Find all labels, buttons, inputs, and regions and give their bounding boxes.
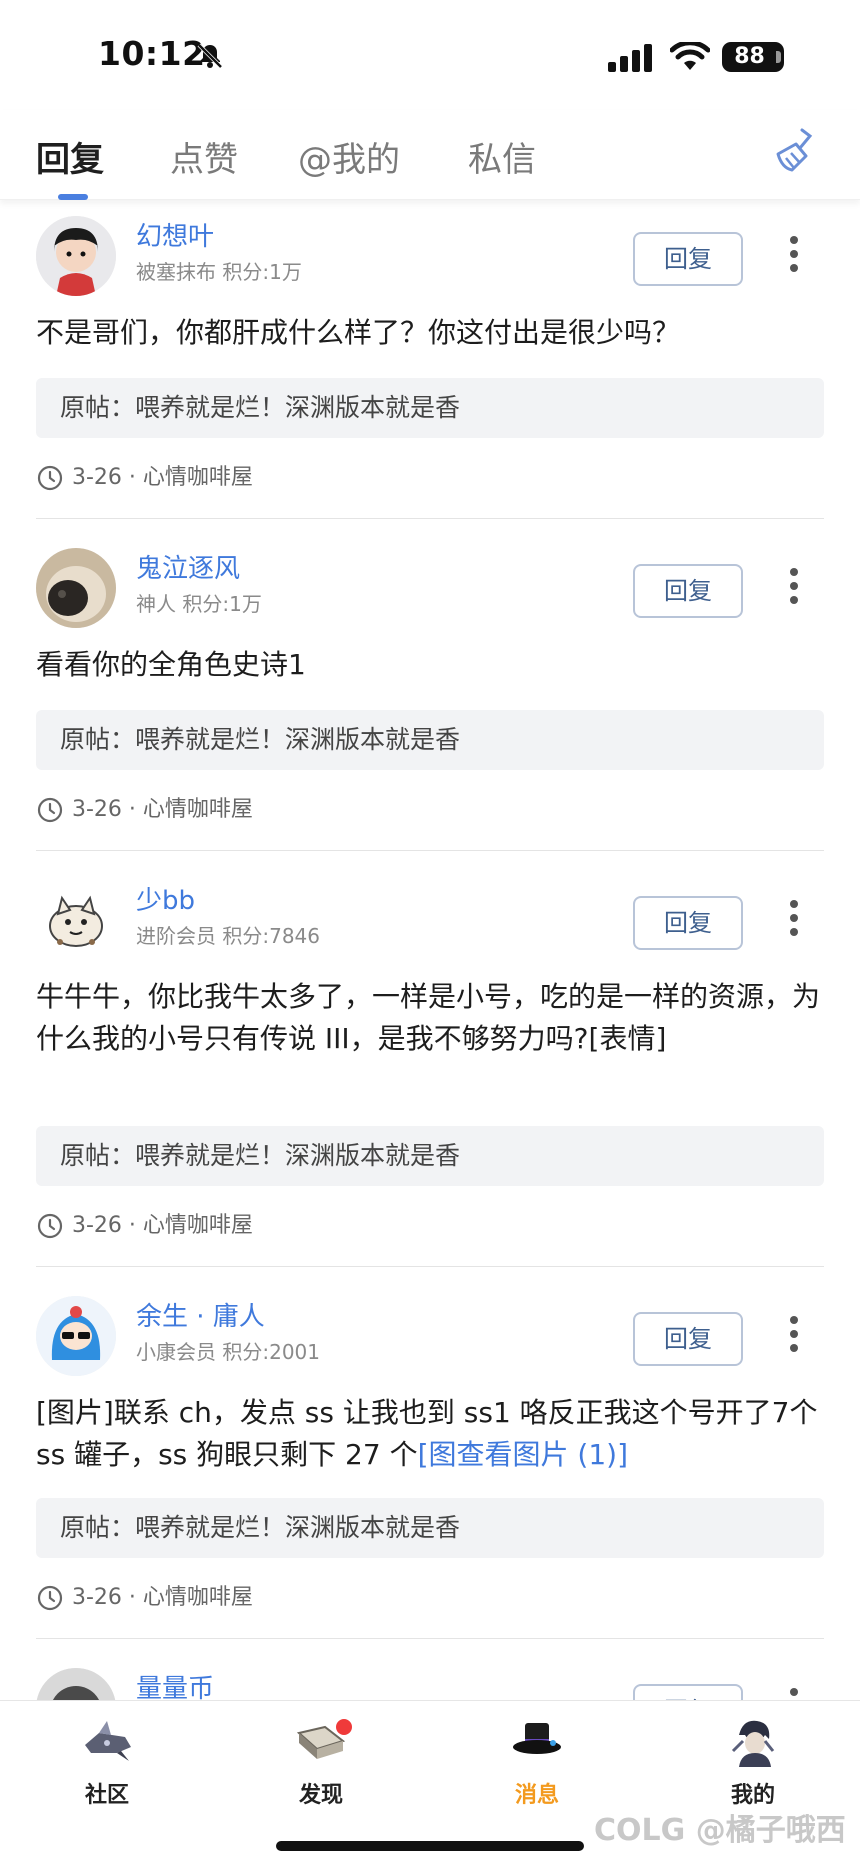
notification-badge [336,1719,352,1735]
nav-label-messages: 消息 [514,1783,559,1808]
ship-icon [85,1721,131,1761]
clock-icon [37,1213,63,1239]
reply-feed[interactable]: 幻想叶 被塞抹布 积分:1万 回复 不是哥们，你都肝成什么样了？你这付出是很少吗… [0,200,860,1700]
item-divider [36,850,824,851]
tab-mentions[interactable]: @我的 [298,132,400,181]
bell-muted-icon [197,43,223,69]
original-post-quote[interactable]: 原帖：喂养就是烂！深渊版本就是香 [36,1498,824,1558]
avatar-cartoon-girl [36,216,116,296]
hat-icon [513,1723,561,1754]
item-divider [36,518,824,519]
item-divider [36,1638,824,1639]
more-options-icon[interactable] [788,1314,800,1354]
view-image-link[interactable]: [图查看图片 (1)] [418,1438,628,1471]
reply-button[interactable]: 回复 [633,564,743,618]
tab-private-messages[interactable]: 私信 [468,132,536,181]
status-time: 10:12 [98,34,206,73]
status-bar: 10:12 88 [0,0,860,110]
avatar[interactable] [36,1668,116,1700]
username[interactable]: 少bb [136,880,195,917]
avatar-cat-cartoon [36,880,116,960]
watermark-text: COLG @橘子哦西 [594,1813,846,1848]
avatar-dog-nose [36,548,116,628]
more-options-icon[interactable] [788,566,800,606]
avatar[interactable] [36,1296,116,1376]
username[interactable]: 幻想叶 [136,216,214,253]
original-post-quote[interactable]: 原帖：喂养就是烂！深渊版本就是香 [36,378,824,438]
avatar[interactable] [36,880,116,960]
message-tab-bar: 回复 点赞 @我的 私信 [0,110,860,200]
battery-indicator: 88 [722,42,784,72]
reply-footer: 3-26 · 心情咖啡屋 [36,795,253,825]
user-meta: 进阶会员 积分:7846 [136,924,320,948]
home-indicator[interactable] [276,1841,584,1851]
username[interactable]: 鬼泣逐风 [136,548,240,585]
clock-icon [37,1585,63,1611]
avatar-dark [36,1668,116,1700]
original-post-quote[interactable]: 原帖：喂养就是烂！深渊版本就是香 [36,710,824,770]
reply-content: 看看你的全角色史诗1 [36,648,306,681]
user-meta: 神人 积分:1万 [136,592,262,616]
reply-button[interactable]: 回复 [633,1312,743,1366]
more-options-icon[interactable] [788,1686,800,1700]
footer-text: 3-26 · 心情咖啡屋 [72,1213,253,1238]
nav-profile[interactable]: 我的 [688,1711,818,1809]
footer-text: 3-26 · 心情咖啡屋 [72,1585,253,1610]
reply-content: 牛牛牛，你比我牛太多了，一样是小号，吃的是一样的资源，为什么我的小号只有传说 I… [36,980,821,1055]
bottom-navigation: 社区 发现 消息 我的 COLG @橘子哦西 [0,1700,860,1864]
reply-content: [图片]联系 ch，发点 ss 让我也到 ss1 咯反正我这个号开了7个 ss … [36,1392,826,1476]
character-icon [731,1720,775,1767]
battery-level: 88 [734,44,765,69]
reply-content: 不是哥们，你都肝成什么样了？你这付出是很少吗？ [36,316,681,349]
footer-text: 3-26 · 心情咖啡屋 [72,797,253,822]
item-divider [36,1266,824,1267]
more-options-icon[interactable] [788,898,800,938]
clock-icon [37,465,63,491]
user-meta: 小康会员 积分:2001 [136,1340,320,1364]
tab-replies[interactable]: 回复 [36,132,104,181]
reply-footer: 3-26 · 心情咖啡屋 [36,1211,253,1241]
nav-messages[interactable]: 消息 [472,1711,602,1809]
wifi-icon [670,42,710,70]
reply-footer: 3-26 · 心情咖啡屋 [36,463,253,493]
clock-icon [37,797,63,823]
username[interactable]: 量量币 [136,1668,214,1700]
original-post-quote[interactable]: 原帖：喂养就是烂！深渊版本就是香 [36,1126,824,1186]
tab-likes[interactable]: 点赞 [170,132,238,181]
reply-footer: 3-26 · 心情咖啡屋 [36,1583,253,1613]
battery-cap [776,51,781,63]
reply-button[interactable]: 回复 [633,896,743,950]
avatar-blue-cartoon [36,1296,116,1376]
reply-button[interactable]: 回复 [633,1684,743,1700]
nav-community[interactable]: 社区 [42,1711,172,1809]
more-options-icon[interactable] [788,234,800,274]
nav-label-discover: 发现 [298,1783,343,1808]
nav-label-community: 社区 [84,1783,129,1808]
footer-text: 3-26 · 心情咖啡屋 [72,465,253,490]
avatar[interactable] [36,548,116,628]
nav-discover[interactable]: 发现 [256,1711,386,1809]
reply-button[interactable]: 回复 [633,232,743,286]
signal-icon [608,44,652,72]
user-meta: 被塞抹布 积分:1万 [136,260,302,284]
clear-broom-icon[interactable] [772,128,814,174]
avatar[interactable] [36,216,116,296]
username[interactable]: 余生 · 庸人 [136,1296,265,1333]
